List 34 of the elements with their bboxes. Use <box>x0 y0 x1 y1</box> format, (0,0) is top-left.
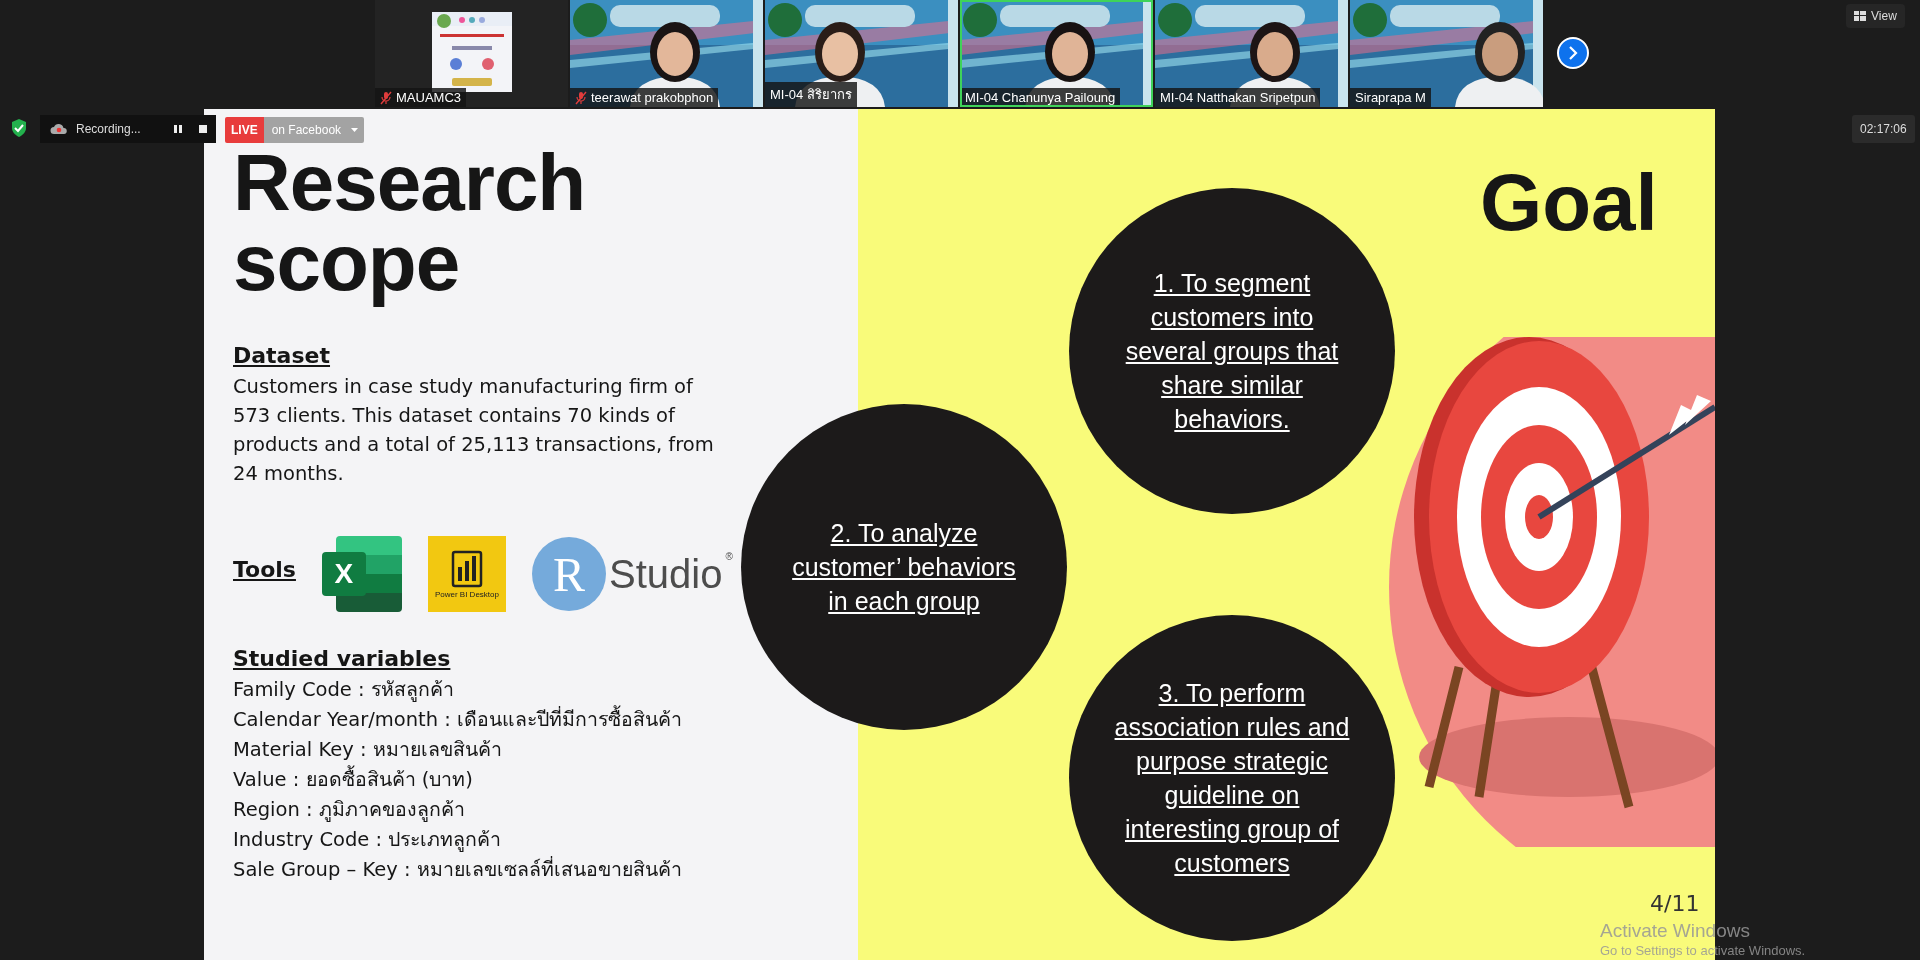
section-heading: Dataset <box>233 343 330 368</box>
view-button[interactable]: View <box>1846 4 1905 28</box>
section-heading: Studied variables <box>233 646 451 671</box>
objective-text: 3. To perform association rules and purpose strategic guideline on interesting group of customers <box>1113 678 1351 879</box>
meeting-timer: 02:17:06 <box>1852 115 1915 143</box>
participant-name: teerawat prakobphon <box>591 90 714 105</box>
recording-label: Recording... <box>76 122 142 136</box>
participant-name: MI-04 สิริยากร <box>770 86 852 104</box>
video-tile[interactable]: Siraprapa M <box>1350 0 1543 107</box>
participant-name: MI-04 Natthakan Sripetpun <box>1160 90 1316 105</box>
variable-item: Calendar Year/month : เดือนและปีที่มีการซื้อสินค้า <box>233 705 858 735</box>
video-tile[interactable]: MI-04 สิริยากร <box>765 0 958 107</box>
objective-text: 1. To segment customers into several groups that share similar behaviors. <box>1124 268 1340 435</box>
objective-text: 2. To analyze customer’ behaviors in each group <box>791 518 1017 617</box>
live-badge: LIVE <box>225 117 264 143</box>
section-heading: Tools <box>233 556 296 582</box>
participant-name: MAUAMC3 <box>396 90 461 105</box>
video-tile[interactable]: MI-04 Natthakan Sripetpun <box>1155 0 1348 107</box>
variable-item: Material Key : หมายเลขสินค้า <box>233 737 503 763</box>
goal-heading: Goal <box>1480 157 1658 249</box>
variable-item: Sale Group – Key : หมายเลขเซลล์ที่เสนอขายสินค้า <box>233 855 683 883</box>
dataset-description: Customers in case study manufacturing firm of 573 clients. This dataset contains 70 kinds of products and a total of 25,113 transactions, from 24 months. <box>233 374 715 487</box>
participant-name: Siraprapa M <box>1355 90 1426 105</box>
variable-item: Industry Code : ประเภทลูกค้า <box>233 827 503 854</box>
rstudio-logo: R Studio® <box>531 537 733 611</box>
video-tile[interactable]: MAUAMC3 <box>375 0 568 107</box>
page-number: 4/11 <box>1650 891 1700 916</box>
power-bi-logo: Power BI Desktop <box>427 536 506 612</box>
participant-name: MI-04 Chanunya Pailoung <box>965 90 1116 105</box>
variable-item: Region : ภูมิภาคของลูกค้า <box>233 797 466 824</box>
video-tile[interactable]: teerawat prakobphon <box>570 0 763 107</box>
variable-item: Value : ยอดซื้อสินค้า (บาท) <box>233 765 858 795</box>
variable-item: Family Code : รหัสลูกค้า <box>233 677 455 704</box>
excel-logo: X <box>321 536 402 612</box>
